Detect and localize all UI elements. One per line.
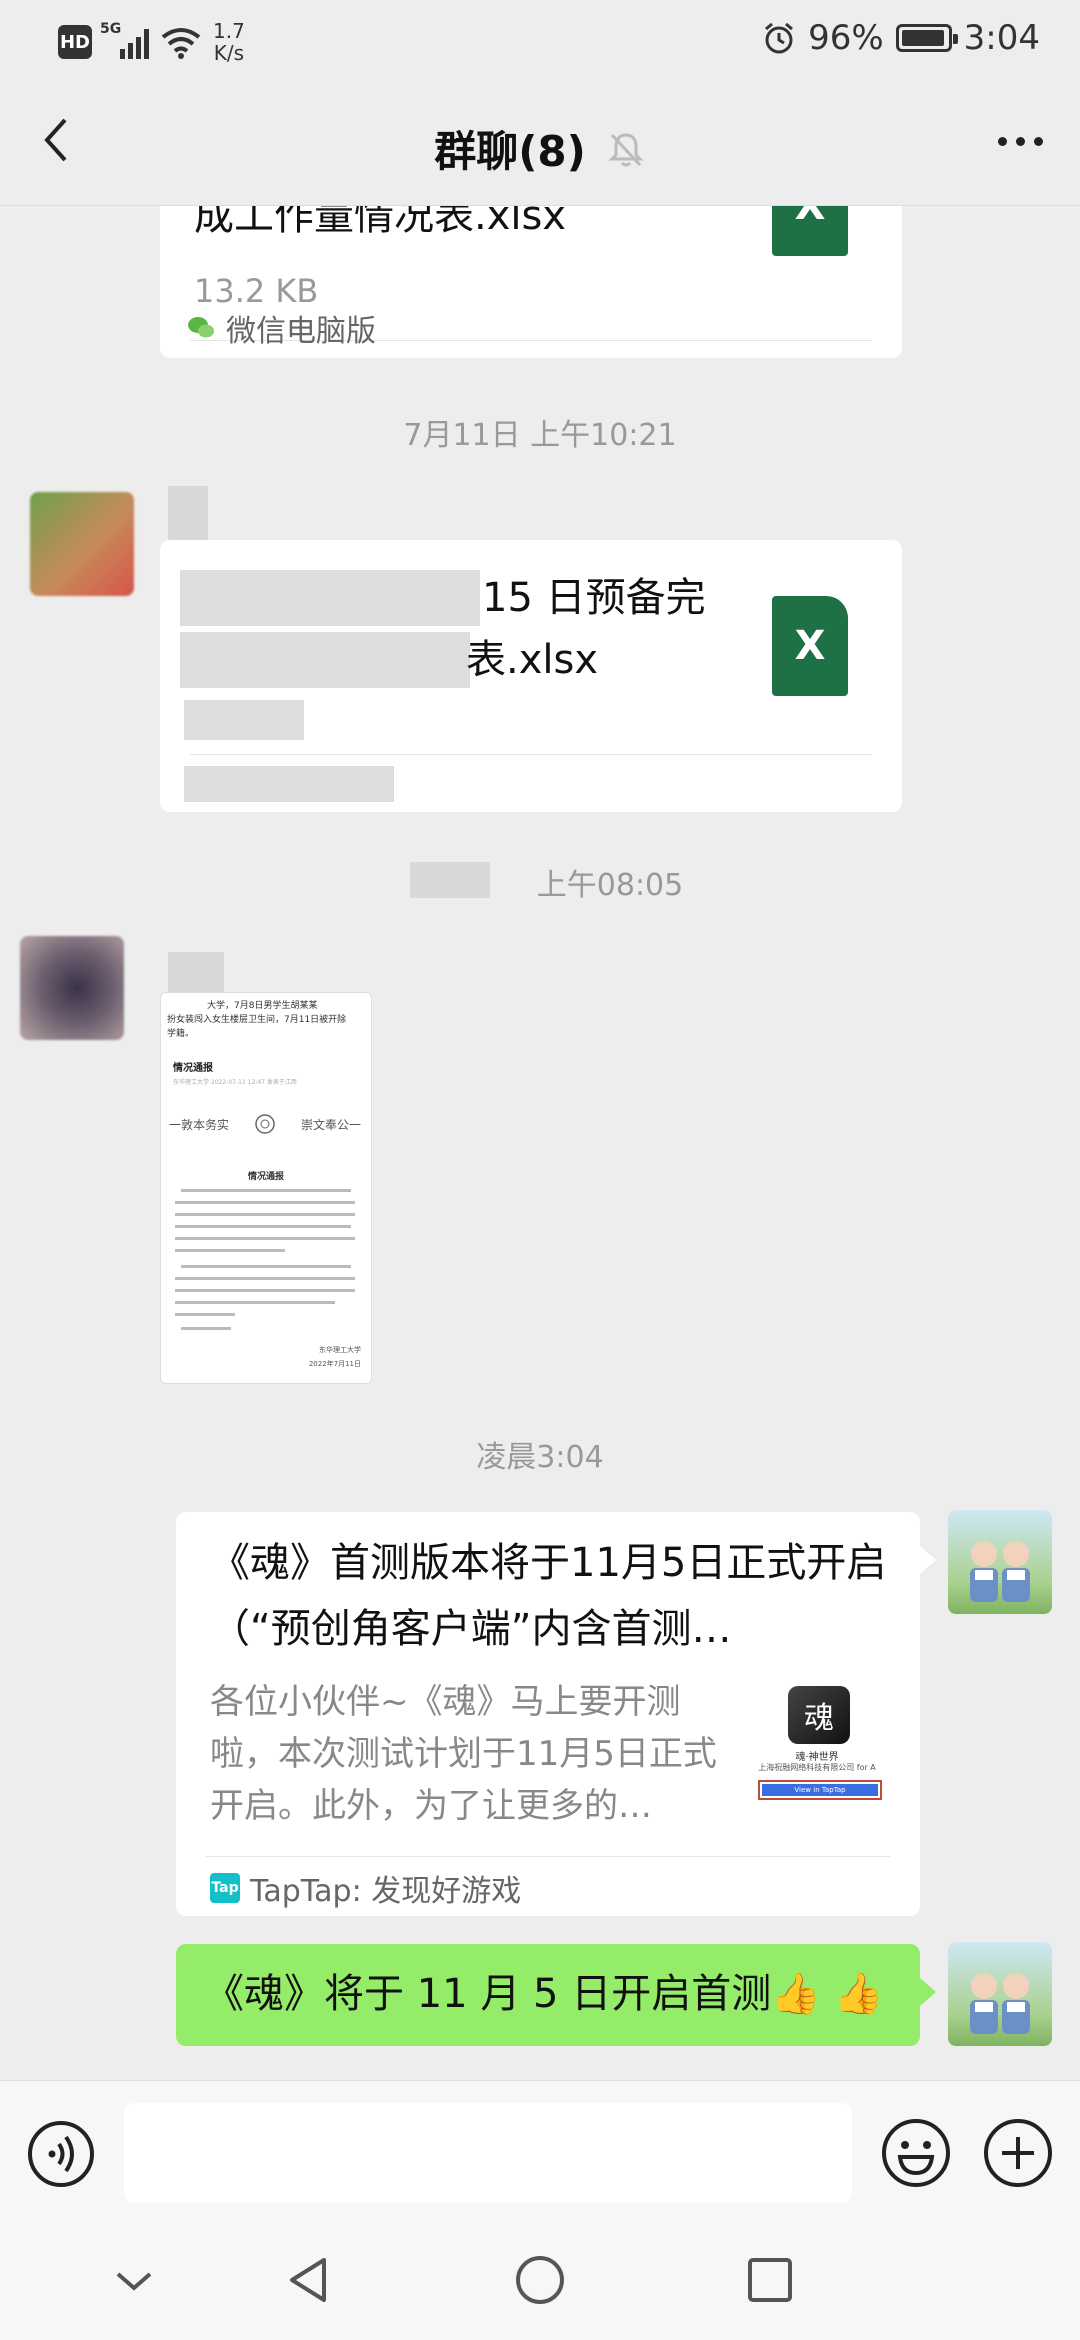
doc-date: 2022年7月11日 [308, 1360, 361, 1368]
system-navigation [0, 2220, 1080, 2340]
file-name-line2: 表.xlsx [466, 637, 599, 683]
excel-icon: X [772, 206, 848, 256]
link-source-label: TapTap: 发现好游戏 [250, 1874, 522, 1909]
status-right: 96% 3:04 [762, 18, 1040, 58]
doc-headline-2: 扮女装闯入女生楼层卫生间，7月11日被开除 [167, 1015, 347, 1025]
file-name: 成工作量情况表.xlsx [194, 206, 567, 239]
alarm-icon [765, 22, 794, 54]
divider [206, 1856, 890, 1857]
page-title: 群聊(8) [434, 127, 586, 176]
thumb-button: View in TapTap [762, 1784, 878, 1796]
timestamp: 上午08:05 [536, 868, 684, 903]
doc-signature: 东华理工大学 [319, 1346, 361, 1354]
mute-icon [608, 132, 644, 166]
message-text: 《魂》将于 11 月 5 日开启首测👍 👍 [204, 1971, 884, 2017]
battery-icon [895, 24, 958, 52]
more-button[interactable] [988, 116, 1052, 166]
text-message-bubble[interactable]: 《魂》将于 11 月 5 日开启首测👍 👍 [176, 1944, 920, 2046]
kids-photo [970, 1541, 1030, 1602]
divider [190, 754, 872, 755]
message-input[interactable] [124, 2103, 852, 2203]
kids-photo [970, 1973, 1030, 2034]
link-thumbnail: 魂 魂·神世界 上海祝融网络科技有限公司 for A View in TapTa… [752, 1686, 882, 1806]
nav-recents-icon[interactable] [740, 2250, 800, 2310]
emoji-icon[interactable] [880, 2117, 952, 2189]
voice-icon[interactable] [26, 2119, 96, 2189]
doc-meta: 东华理工大学 2022-07-11 12:47 发表于江西 [173, 1079, 297, 1086]
source-label: 微信电脑版 [226, 314, 376, 349]
link-title: 《魂》首测版本将于11月5日正式开启（“预创角客户端”内含首测… [210, 1540, 887, 1652]
plus-icon[interactable] [982, 2117, 1054, 2189]
file-size: 13.2 KB [194, 272, 319, 310]
battery-percent: 96% [808, 18, 884, 58]
more-icon [997, 136, 1007, 146]
net-speed: 1.7 K/s [213, 20, 245, 64]
file-name-line1: 15 日预备完 [482, 575, 706, 621]
school-seal-icon [255, 1114, 275, 1134]
excel-icon: X [772, 596, 848, 696]
wifi-icon [161, 28, 201, 59]
taptap-icon: Tap [210, 1873, 240, 1903]
doc-headline-3: 学籍。 [167, 1029, 195, 1039]
nav-hide-keyboard-icon[interactable] [104, 2250, 164, 2310]
net-speed-unit: K/s [213, 41, 245, 65]
file-size-redacted [184, 700, 304, 740]
link-description: 各位小伙伴~《魂》马上要开测啦，本次测试计划于11月5日正式开启。此外，为了让更… [210, 1682, 717, 1826]
source-redacted [184, 766, 394, 802]
hd-icon: HD [58, 25, 92, 59]
message-list[interactable]: 成工作量情况表.xlsx 13.2 KB X 微信电脑版 7月11日 上午10:… [0, 206, 1080, 2080]
avatar[interactable] [20, 936, 124, 1040]
signal-icon: 5G [100, 21, 149, 59]
timestamp: 7月11日 上午10:21 [403, 418, 677, 453]
sender-name-redacted [168, 486, 208, 546]
self-avatar[interactable] [948, 1510, 1052, 1614]
chat-header: 群聊(8) [0, 80, 1080, 206]
file-source: 微信电脑版 [186, 306, 376, 350]
thumb-caption-2: 上海祝融网络科技有限公司 for A [758, 1763, 876, 1772]
link-card[interactable]: 《魂》首测版本将于11月5日正式开启（“预创角客户端”内含首测… 各位小伙伴~《… [176, 1512, 920, 1916]
doc-notice-title: 情况通报 [247, 1172, 284, 1182]
game-logo-icon: 魂 [788, 1686, 850, 1744]
doc-headline-1: 大学，7月8日男学生胡某某 [207, 1001, 318, 1011]
thumb-caption-1: 魂·神世界 [795, 1752, 839, 1763]
wechat-pc-icon [188, 317, 214, 338]
title-wrap: 群聊(8) [0, 118, 1080, 179]
nav-back-icon[interactable] [280, 2250, 340, 2310]
sender-name-redacted [168, 952, 224, 992]
file-message-card[interactable]: 15 日预备完 表.xlsx X [160, 540, 902, 812]
image-message[interactable]: 大学，7月8日男学生胡某某 扮女装闯入女生楼层卫生间，7月11日被开除 学籍。 … [160, 992, 372, 1384]
status-bar: HD 5G 1.7 K/s 96% 3:04 [0, 0, 1080, 80]
self-avatar[interactable] [948, 1942, 1052, 2046]
doc-motto: 一敦本务实 崇文奉公一 [169, 1113, 361, 1135]
status-left: HD 5G 1.7 K/s [58, 20, 245, 64]
net-speed-value: 1.7 [213, 19, 245, 43]
clock: 3:04 [963, 18, 1040, 58]
battery-fill [901, 30, 944, 46]
nav-home-icon[interactable] [510, 2250, 570, 2310]
link-source: Tap TapTap: 发现好游戏 [210, 1864, 521, 1912]
input-bar [0, 2080, 1080, 2221]
avatar[interactable] [30, 492, 134, 596]
timestamp: 凌晨3:04 [476, 1440, 604, 1475]
doc-section-title: 情况通报 [173, 1063, 213, 1074]
